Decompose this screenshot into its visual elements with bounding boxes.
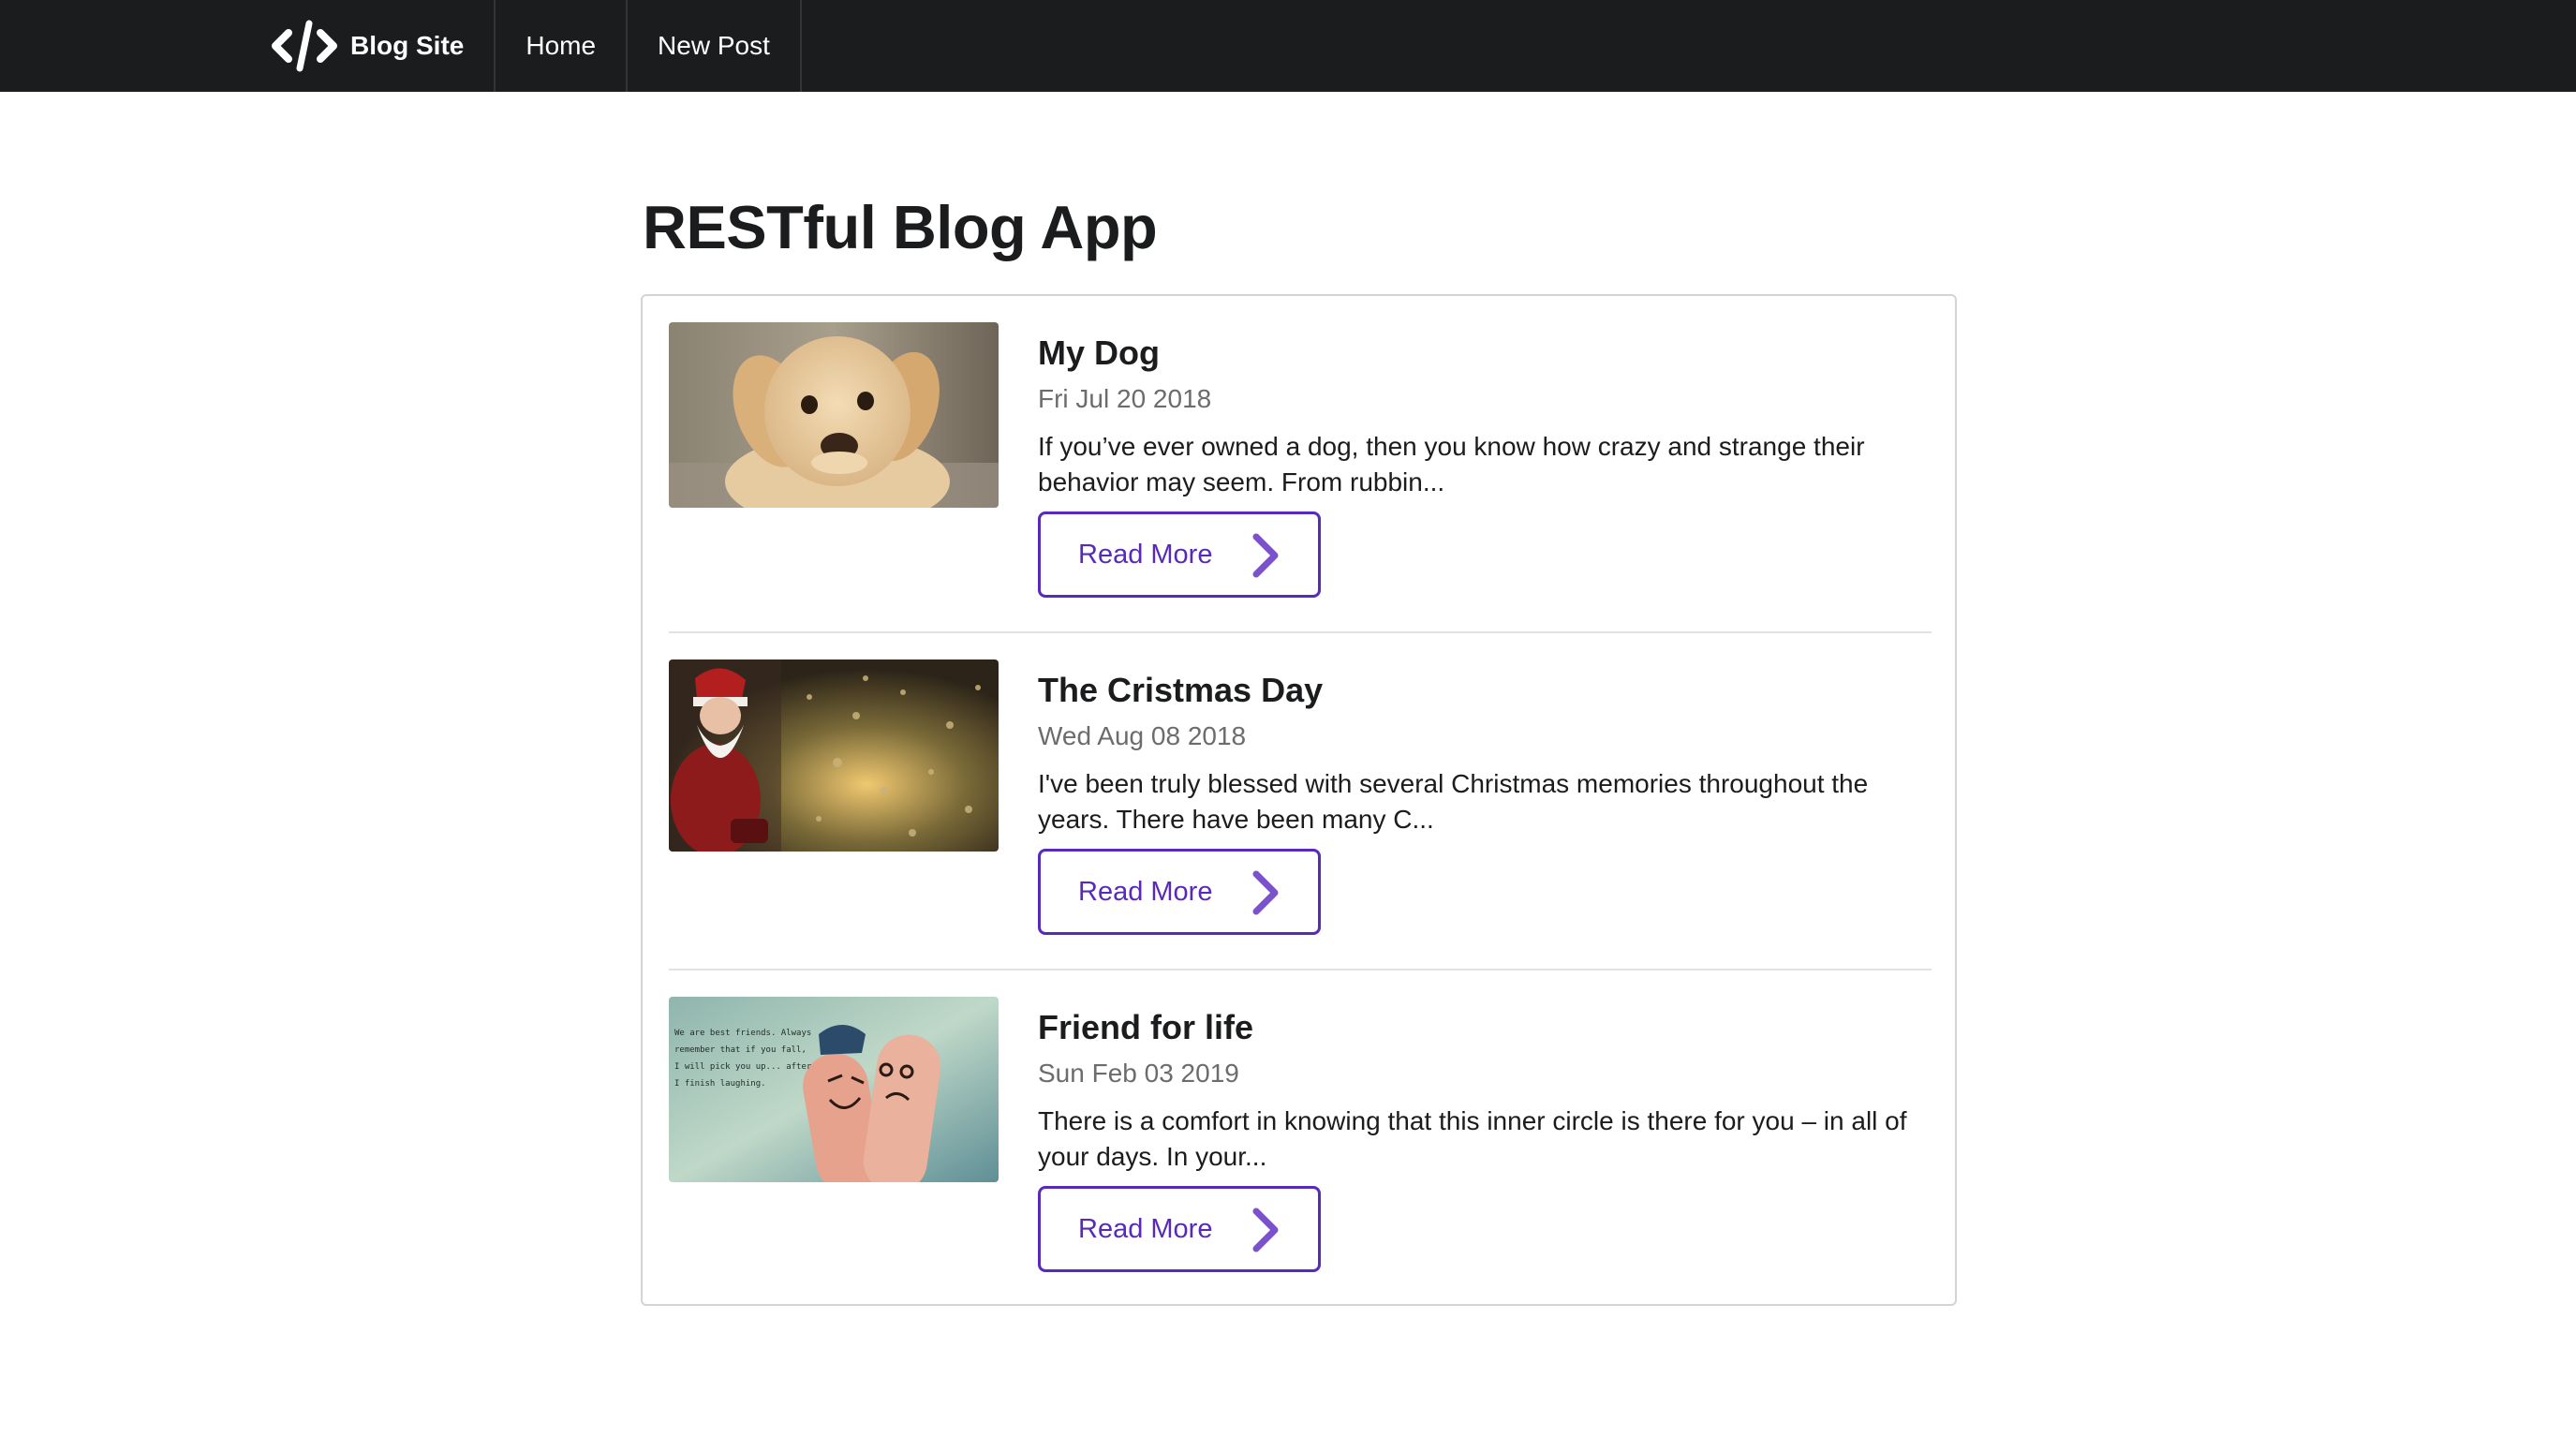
brand-link[interactable]: Blog Site xyxy=(262,0,496,92)
post-title[interactable]: The Cristmas Day xyxy=(1038,671,1323,710)
read-more-button[interactable]: Read More xyxy=(1038,1186,1321,1272)
post-excerpt: If you’ve ever owned a dog, then you kno… xyxy=(1038,432,1865,496)
read-more-label: Read More xyxy=(1078,1213,1213,1244)
read-more-label: Read More xyxy=(1078,876,1213,907)
post-date: Wed Aug 08 2018 xyxy=(1038,721,1247,750)
post-divider xyxy=(669,631,1932,633)
nav-home-link[interactable]: Home xyxy=(496,0,629,92)
post-title[interactable]: My Dog xyxy=(1038,333,1160,373)
brand-label: Blog Site xyxy=(350,31,465,60)
page-title: RESTful Blog App xyxy=(643,193,1158,261)
top-navbar: Blog Site Home New Post xyxy=(0,0,2576,92)
read-more-button[interactable]: Read More xyxy=(1038,511,1321,598)
nav-new-post-link[interactable]: New Post xyxy=(628,0,802,92)
nav-menu: Blog Site Home New Post xyxy=(262,0,802,92)
post-excerpt: There is a comfort in knowing that this … xyxy=(1038,1106,1907,1171)
code-icon xyxy=(272,20,337,72)
post-divider xyxy=(669,969,1932,970)
nav-new-post-label: New Post xyxy=(658,31,770,60)
image-caption-text: We are best friends. Always remember tha… xyxy=(674,1029,812,1089)
read-more-label: Read More xyxy=(1078,539,1213,570)
chevron-right-icon xyxy=(1249,868,1281,925)
post-date: Sun Feb 03 2019 xyxy=(1038,1059,1239,1088)
post-excerpt: I've been truly blessed with several Chr… xyxy=(1038,769,1869,834)
post-item: We are best friends. Always remember tha… xyxy=(669,997,1932,1306)
post-image-puppy[interactable] xyxy=(669,322,999,508)
post-title[interactable]: Friend for life xyxy=(1038,1008,1253,1047)
post-image-christmas[interactable] xyxy=(669,659,999,852)
post-date: Fri Jul 20 2018 xyxy=(1038,384,1212,413)
post-item: The Cristmas Day Wed Aug 08 2018 I've be… xyxy=(669,659,1932,969)
chevron-right-icon xyxy=(1249,1206,1281,1262)
chevron-right-icon xyxy=(1249,531,1281,587)
posts-list: My Dog Fri Jul 20 2018 If you’ve ever ow… xyxy=(641,294,1957,1306)
post-image-friends[interactable]: We are best friends. Always remember tha… xyxy=(669,997,999,1182)
post-item: My Dog Fri Jul 20 2018 If you’ve ever ow… xyxy=(669,322,1932,631)
read-more-button[interactable]: Read More xyxy=(1038,849,1321,935)
nav-home-label: Home xyxy=(526,31,597,60)
